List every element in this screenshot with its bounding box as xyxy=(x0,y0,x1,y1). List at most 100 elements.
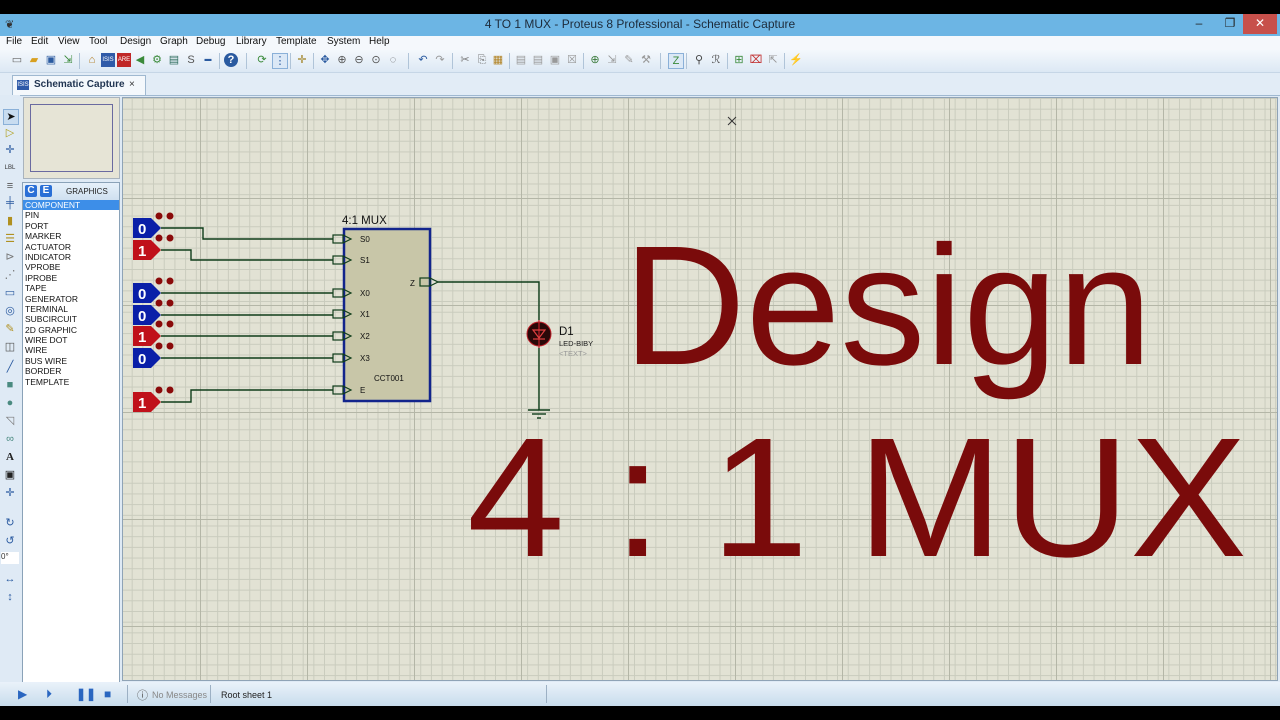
graphics-mode-item[interactable]: TERMINAL xyxy=(23,304,119,314)
box-icon[interactable]: ■ xyxy=(3,378,17,392)
path-icon[interactable]: ∞ xyxy=(3,432,17,446)
mirror-horizontal-icon[interactable]: ↔ xyxy=(3,572,17,586)
symbol-icon[interactable]: ▣ xyxy=(3,468,17,482)
graphics-mode-item[interactable]: IPROBE xyxy=(23,273,119,283)
mirror-vertical-icon[interactable]: ↕ xyxy=(3,590,17,604)
logic-state-x3[interactable]: 0 xyxy=(133,342,174,369)
menu-template[interactable]: Template xyxy=(276,36,317,47)
mux-component[interactable]: 4:1 MUX CCT001 S0 S1 X0 X1 X2 X3 E Z xyxy=(332,215,440,403)
line-icon[interactable]: ╱ xyxy=(3,360,17,374)
terminals-icon[interactable]: ☰ xyxy=(3,232,17,246)
packaging-tool-icon[interactable]: ✎ xyxy=(622,53,636,67)
rotation-angle-field[interactable]: 0° xyxy=(1,552,19,564)
graphics-mode-item[interactable]: WIRE xyxy=(23,345,119,355)
arc-icon[interactable]: ◹ xyxy=(3,414,17,428)
graphics-mode-item[interactable]: COMPONENT xyxy=(23,200,119,211)
menu-debug[interactable]: Debug xyxy=(196,36,225,47)
block-rotate-icon[interactable]: ▣ xyxy=(548,53,562,67)
graphics-mode-item[interactable]: SUBCIRCUIT xyxy=(23,314,119,324)
netlist-to-ares-icon[interactable]: ⚡ xyxy=(789,53,803,67)
block-delete-icon[interactable]: ☒ xyxy=(565,53,579,67)
design-explorer-icon[interactable]: S xyxy=(184,53,198,67)
junction-dot-icon[interactable]: ✛ xyxy=(3,143,17,157)
text-script-icon[interactable]: ≡ xyxy=(3,179,17,193)
isis-schematic-icon[interactable]: ISIS xyxy=(101,53,115,67)
marker-icon[interactable]: ✛ xyxy=(3,486,17,500)
device-pins-icon[interactable]: ⊳ xyxy=(3,250,17,264)
wire-autorouter-icon[interactable]: Z xyxy=(668,53,684,69)
graphics-mode-item[interactable]: TAPE xyxy=(23,283,119,293)
refresh-icon[interactable]: ⟳ xyxy=(255,53,269,67)
graphics-mode-item[interactable]: TEMPLATE xyxy=(23,377,119,387)
home-icon[interactable]: ⌂ xyxy=(85,53,99,67)
logic-state-s1[interactable]: 1 xyxy=(133,234,174,261)
circle-icon[interactable]: ● xyxy=(3,396,17,410)
make-device-icon[interactable]: ⇲ xyxy=(605,53,619,67)
close-button[interactable]: ✕ xyxy=(1243,14,1277,34)
zoom-all-icon[interactable]: ⊙ xyxy=(369,53,383,67)
maximize-button[interactable]: ❐ xyxy=(1216,14,1244,34)
library-manager-button[interactable]: E xyxy=(40,185,52,197)
graphics-mode-item[interactable]: GENERATOR xyxy=(23,294,119,304)
subcircuit-icon[interactable]: ▮ xyxy=(3,214,17,228)
graphics-mode-item[interactable]: WIRE DOT xyxy=(23,335,119,345)
generator-icon[interactable]: ◎ xyxy=(3,304,17,318)
graphics-mode-item[interactable]: MARKER xyxy=(23,231,119,241)
graphics-mode-item[interactable]: ACTUATOR xyxy=(23,242,119,252)
copy-icon[interactable]: ⎘ xyxy=(475,53,489,67)
3d-viewer-icon[interactable]: ◀ xyxy=(133,53,147,67)
origin-icon[interactable]: ✛ xyxy=(295,53,309,67)
grid-icon[interactable]: ⋮ xyxy=(272,53,288,69)
logic-state-e[interactable]: 1 xyxy=(133,386,174,413)
remove-sheet-icon[interactable]: ⌧ xyxy=(749,53,763,67)
zoom-in-icon[interactable]: ⊕ xyxy=(335,53,349,67)
save-icon[interactable]: ▣ xyxy=(44,53,58,67)
paste-icon[interactable]: ▦ xyxy=(491,53,505,67)
bom-icon[interactable]: ▤ xyxy=(167,53,181,67)
block-copy-icon[interactable]: ▤ xyxy=(514,53,528,67)
graphics-mode-item[interactable]: 2D GRAPHIC xyxy=(23,325,119,335)
new-sheet-icon[interactable]: ⊞ xyxy=(732,53,746,67)
pick-devices-button[interactable]: C xyxy=(25,185,37,197)
step-button[interactable]: ⏵ xyxy=(46,687,52,702)
menu-edit[interactable]: Edit xyxy=(31,36,48,47)
graphics-mode-item[interactable]: PIN xyxy=(23,210,119,220)
buses-icon[interactable]: ╪ xyxy=(3,196,17,210)
component-mode-icon[interactable]: ▷ xyxy=(3,126,17,140)
graphics-mode-item[interactable]: VPROBE xyxy=(23,262,119,272)
tab-schematic-capture[interactable]: ISIS Schematic Capture × xyxy=(12,75,146,95)
decompose-icon[interactable]: ⚒ xyxy=(639,53,653,67)
logic-state-s0[interactable]: 0 xyxy=(133,212,174,239)
search-icon[interactable]: ⚲ xyxy=(692,53,706,67)
pause-button[interactable]: ❚❚ xyxy=(76,687,96,701)
logic-state-x0[interactable]: 0 xyxy=(133,277,174,304)
menu-system[interactable]: System xyxy=(327,36,360,47)
zoom-out-icon[interactable]: ⊖ xyxy=(352,53,366,67)
graph-icon[interactable]: ⋰ xyxy=(3,268,17,282)
messages-status[interactable]: No Messages xyxy=(152,690,207,700)
graphics-mode-item[interactable]: BORDER xyxy=(23,366,119,376)
goto-child-icon[interactable]: ⇱ xyxy=(766,53,780,67)
menu-graph[interactable]: Graph xyxy=(160,36,188,47)
menu-tool[interactable]: Tool xyxy=(89,36,107,47)
ares-pcb-icon[interactable]: ARE xyxy=(117,53,131,67)
led-d1[interactable]: D1 LED-BIBY <TEXT> xyxy=(526,320,593,358)
pick-device-icon[interactable]: ⊕ xyxy=(588,53,602,67)
overview-viewport[interactable] xyxy=(30,104,113,172)
menu-file[interactable]: File xyxy=(6,36,22,47)
schematic-canvas[interactable]: 0 1 0 0 1 0 1 4:1 MUX CCT001 S0 S1 X0 X1 X2 X3 E Z D… xyxy=(122,97,1278,681)
logic-state-x1[interactable]: 0 xyxy=(133,299,174,326)
help-icon[interactable]: ? xyxy=(224,53,238,67)
rotate-clockwise-icon[interactable]: ↻ xyxy=(3,516,17,530)
import-icon[interactable]: ⇲ xyxy=(61,53,75,67)
property-assignment-icon[interactable]: ℛ xyxy=(709,53,723,67)
play-button[interactable]: ▶ xyxy=(18,687,27,701)
wire-label-icon[interactable]: LBL xyxy=(3,161,17,175)
tape-recorder-icon[interactable]: ▭ xyxy=(3,286,17,300)
menu-design[interactable]: Design xyxy=(120,36,151,47)
block-move-icon[interactable]: ▤ xyxy=(531,53,545,67)
vsm-studio-icon[interactable]: ▬ xyxy=(201,53,215,67)
graphics-mode-item[interactable]: PORT xyxy=(23,221,119,231)
graphics-mode-item[interactable]: INDICATOR xyxy=(23,252,119,262)
menu-help[interactable]: Help xyxy=(369,36,390,47)
